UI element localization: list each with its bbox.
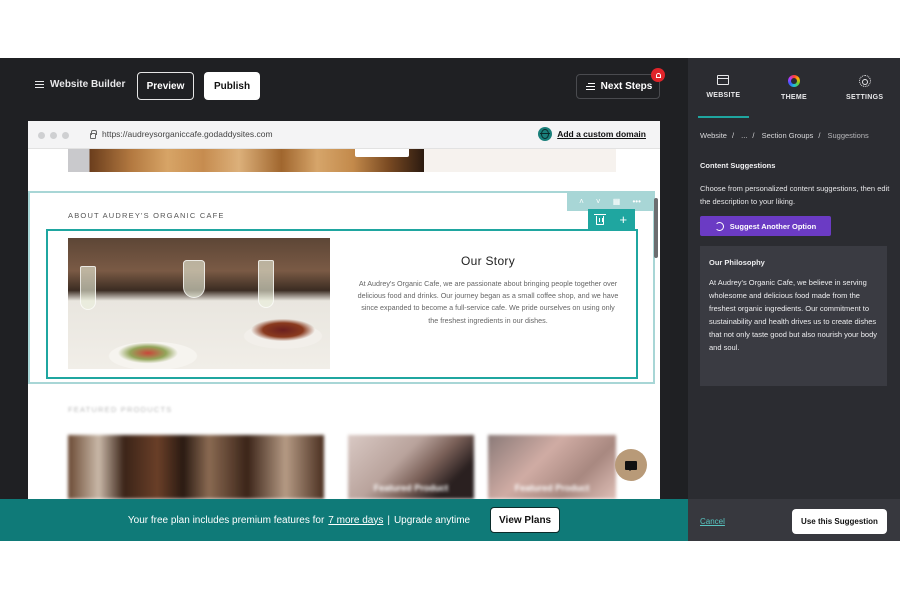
- breadcrumb-website[interactable]: Website: [700, 131, 727, 140]
- breadcrumb-suggestions: Suggestions: [827, 131, 869, 140]
- site-canvas: ABOUT AUDREY'S ORGANIC CAFE ˄ ˅ ▦ ••• +: [28, 149, 660, 499]
- website-builder-app: Website Builder Preview Publish Next Ste…: [0, 58, 900, 541]
- hero-side-panel: [424, 149, 616, 172]
- window-dots: [38, 132, 69, 139]
- custom-domain-label[interactable]: Add a custom domain: [557, 129, 646, 139]
- color-wheel-icon: [788, 75, 800, 87]
- refresh-icon: [714, 221, 724, 231]
- about-section-title: ABOUT AUDREY'S ORGANIC CAFE: [68, 211, 225, 220]
- about-section[interactable]: ABOUT AUDREY'S ORGANIC CAFE ˄ ˅ ▦ ••• +: [28, 191, 655, 384]
- product-card[interactable]: Featured Product: [348, 435, 474, 499]
- gear-icon: [858, 75, 871, 87]
- wine-glass-shape: [183, 260, 205, 298]
- cafe-table-image: [68, 238, 330, 369]
- cancel-link[interactable]: Cancel: [700, 517, 725, 526]
- story-block[interactable]: Our Story At Audrey's Organic Cafe, we a…: [46, 229, 638, 379]
- right-panel: WEBSITE THEME SETTINGS Website / ... / Sec…: [688, 58, 900, 541]
- browser-window-icon: [717, 75, 730, 85]
- lock-icon: [90, 129, 97, 139]
- bell-icon: [655, 72, 661, 78]
- breadcrumb-ellipsis[interactable]: ...: [741, 131, 747, 140]
- content-suggestions-title: Content Suggestions: [700, 161, 776, 170]
- hero-button[interactable]: [355, 149, 409, 157]
- notification-badge[interactable]: [651, 68, 665, 82]
- story-body[interactable]: At Audrey's Organic Cafe, we are passion…: [356, 278, 620, 327]
- story-text: Our Story At Audrey's Organic Cafe, we a…: [338, 231, 638, 377]
- move-down-icon[interactable]: ˅: [596, 197, 601, 206]
- banner-text: Your free plan includes premium features…: [127, 514, 471, 526]
- featured-products-title: FEATURED PRODUCTS: [68, 405, 173, 414]
- trash-icon[interactable]: [593, 213, 606, 225]
- globe-icon: [538, 127, 553, 141]
- site-preview-frame: https://audreysorganiccafe.godaddysites.…: [28, 121, 660, 499]
- panel-footer: Cancel Use this Suggestion: [688, 499, 900, 541]
- breadcrumb: Website / ... / Section Groups / Suggestion…: [700, 131, 869, 140]
- chat-button[interactable]: [615, 449, 647, 481]
- suggestion-title: Our Philosophy: [709, 258, 765, 267]
- panel-tabs: WEBSITE THEME SETTINGS: [688, 58, 900, 118]
- bottle-shape: [258, 260, 274, 308]
- top-bar: Website Builder Preview Publish Next Ste…: [0, 58, 688, 116]
- use-suggestion-button[interactable]: Use this Suggestion: [792, 509, 887, 534]
- product-card[interactable]: Featured Product: [488, 435, 616, 499]
- hamburger-icon: [35, 81, 44, 88]
- next-steps-label: Next Steps: [600, 81, 653, 92]
- chat-icon: [625, 460, 637, 471]
- next-steps-button[interactable]: Next Steps: [576, 74, 660, 99]
- suggest-another-option-button[interactable]: Suggest Another Option: [700, 216, 831, 236]
- view-plans-button[interactable]: View Plans: [490, 507, 561, 533]
- section-actions: +: [588, 209, 635, 229]
- story-heading[interactable]: Our Story: [338, 254, 638, 268]
- app-title: Website Builder: [50, 79, 126, 90]
- upgrade-banner: Your free plan includes premium features…: [0, 499, 688, 541]
- days-left-link[interactable]: 7 more days: [328, 515, 383, 526]
- canvas-scrollbar[interactable]: [654, 198, 658, 258]
- content-suggestions-description: Choose from personalized content suggest…: [700, 184, 890, 206]
- address-bar: https://audreysorganiccafe.godaddysites.…: [28, 121, 660, 149]
- site-url: https://audreysorganiccafe.godaddysites.…: [90, 129, 273, 139]
- preview-button[interactable]: Preview: [137, 72, 194, 100]
- checklist-icon: [584, 82, 595, 91]
- breadcrumb-section-groups[interactable]: Section Groups: [762, 131, 814, 140]
- add-custom-domain-link[interactable]: Add a custom domain: [538, 127, 646, 141]
- suggestion-card[interactable]: Our Philosophy At Audrey's Organic Cafe,…: [700, 246, 887, 386]
- publish-button[interactable]: Publish: [204, 72, 260, 100]
- suggestion-body: At Audrey's Organic Cafe, we believe in …: [709, 278, 878, 352]
- tab-theme[interactable]: THEME: [759, 58, 830, 118]
- tab-website[interactable]: WEBSITE: [688, 58, 759, 118]
- product-card[interactable]: [68, 435, 324, 499]
- move-up-icon[interactable]: ˄: [579, 197, 584, 206]
- more-icon[interactable]: •••: [633, 197, 641, 206]
- menu-button[interactable]: Website Builder: [35, 79, 125, 90]
- bottle-shape: [80, 266, 96, 310]
- layout-icon[interactable]: ▦: [613, 197, 621, 206]
- add-icon[interactable]: +: [620, 212, 628, 227]
- canvas-gutter: [0, 121, 28, 499]
- tab-settings[interactable]: SETTINGS: [829, 58, 900, 118]
